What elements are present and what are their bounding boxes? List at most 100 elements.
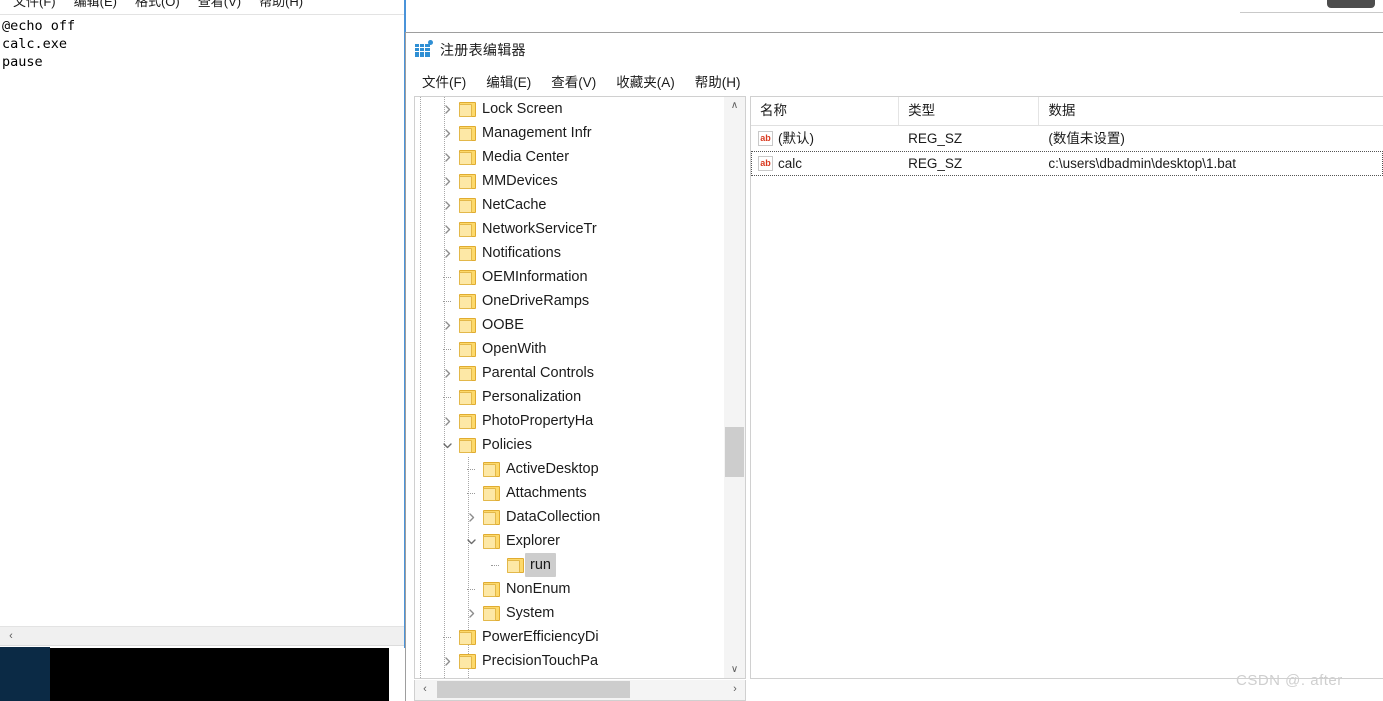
notepad-menu-view[interactable]: 查看(V) (189, 0, 250, 14)
folder-icon (459, 246, 476, 261)
chevron-right-icon[interactable] (439, 97, 455, 121)
value-name-label: calc (778, 156, 803, 171)
tree-item-label: Parental Controls (482, 365, 595, 381)
registry-editor-titlebar[interactable]: 注册表编辑器 (406, 33, 1383, 66)
tree-item-activedesktop[interactable]: ActiveDesktop (415, 457, 724, 481)
registry-editor-window[interactable]: 注册表编辑器 文件(F) 编辑(E) 查看(V) 收藏夹(A) 帮助(H) Lo… (405, 32, 1383, 701)
tree-hscroll-thumb[interactable] (437, 681, 630, 698)
chevron-right-icon[interactable] (439, 409, 455, 433)
notepad-menu-help[interactable]: 帮助(H) (250, 0, 312, 14)
value-name-cell[interactable]: ab (默认) (751, 126, 899, 151)
column-header-name[interactable]: 名称 (751, 97, 900, 125)
chevron-right-icon[interactable] (439, 361, 455, 385)
value-row[interactable]: ab (默认) REG_SZ (数值未设置) (751, 126, 1383, 151)
chevron-right-icon[interactable] (439, 649, 455, 673)
chevron-right-icon[interactable] (439, 169, 455, 193)
tree-leaf-connector (467, 493, 475, 495)
chevron-right-icon[interactable] (439, 145, 455, 169)
tree-item-networkservicetr[interactable]: NetworkServiceTr (415, 217, 724, 241)
scroll-left-icon[interactable]: ‹ (3, 628, 19, 644)
chevron-right-icon[interactable] (463, 505, 479, 529)
tree-item-explorer[interactable]: Explorer (415, 529, 724, 553)
tree-rows[interactable]: Lock Screen Management Infr Media Center MM… (415, 97, 724, 678)
menu-view[interactable]: 查看(V) (541, 67, 606, 95)
tree-horizontal-scrollbar[interactable]: ‹ › (414, 680, 746, 701)
tree-item-notifications[interactable]: Notifications (415, 241, 724, 265)
scroll-down-icon[interactable]: ∨ (724, 661, 745, 678)
tree-item-netcache[interactable]: NetCache (415, 193, 724, 217)
folder-icon (459, 390, 476, 405)
scroll-left-icon[interactable]: ‹ (415, 680, 435, 699)
chevron-right-icon[interactable] (439, 217, 455, 241)
notepad-menubar[interactable]: 文件(F) 编辑(E) 格式(O) 查看(V) 帮助(H) (0, 0, 406, 14)
tree-item-precisiontouchpa[interactable]: PrecisionTouchPa (415, 649, 724, 673)
value-name-label: (默认) (778, 131, 814, 146)
menu-favorites[interactable]: 收藏夹(A) (606, 67, 685, 95)
tree-item-lock-screen[interactable]: Lock Screen (415, 97, 724, 121)
tree-item-mmdevices[interactable]: MMDevices (415, 169, 724, 193)
tree-item-media-center[interactable]: Media Center (415, 145, 724, 169)
window-control-overlay[interactable] (1327, 0, 1375, 8)
tree-item-datacollection[interactable]: DataCollection (415, 505, 724, 529)
tree-item-label: PrecisionTouchPa (482, 653, 599, 669)
tree-item-run[interactable]: run (415, 553, 724, 577)
menu-file[interactable]: 文件(F) (412, 67, 476, 95)
tree-item-policies[interactable]: Policies (415, 433, 724, 457)
folder-icon (459, 438, 476, 453)
value-list-rows[interactable]: ab (默认) REG_SZ (数值未设置) ab calc REG_SZ c:\users\… (751, 126, 1383, 176)
registry-value-list[interactable]: 名称 类型 数据 ab (默认) REG_SZ (数值未设置) ab calc REG_SZ c:… (750, 96, 1383, 679)
value-name-cell[interactable]: ab calc (751, 151, 899, 176)
chevron-down-icon[interactable] (463, 529, 479, 553)
tree-item-label: Notifications (482, 245, 561, 261)
chevron-right-icon[interactable] (439, 241, 455, 265)
tree-vscroll-thumb[interactable] (725, 427, 744, 477)
tree-item-nonenum[interactable]: NonEnum (415, 577, 724, 601)
tree-leaf-connector (443, 397, 451, 399)
notepad-text-area[interactable]: @echo off calc.exe pause (2, 17, 406, 71)
tree-item-powerefficiencydi[interactable]: PowerEfficiencyDi (415, 625, 724, 649)
tree-leaf-connector (467, 589, 475, 591)
tree-item-system[interactable]: System (415, 601, 724, 625)
notepad-horizontal-scrollbar[interactable]: ‹ (0, 626, 404, 646)
registry-key-tree[interactable]: Lock Screen Management Infr Media Center MM… (414, 96, 746, 679)
tree-item-label: PowerEfficiencyDi (482, 629, 599, 645)
notepad-menu-format[interactable]: 格式(O) (126, 0, 189, 14)
chevron-right-icon[interactable] (439, 193, 455, 217)
folder-icon (459, 222, 476, 237)
tree-item-label: Lock Screen (482, 101, 563, 117)
tree-scroll-area[interactable]: Lock Screen Management Infr Media Center MM… (415, 97, 724, 678)
tree-item-management-infr[interactable]: Management Infr (415, 121, 724, 145)
tree-item-parental-controls[interactable]: Parental Controls (415, 361, 724, 385)
menu-help[interactable]: 帮助(H) (685, 67, 751, 95)
folder-icon (507, 558, 524, 573)
notepad-menu-file[interactable]: 文件(F) (4, 0, 65, 14)
notepad-menu-edit[interactable]: 编辑(E) (65, 0, 126, 14)
tree-item-oobe[interactable]: OOBE (415, 313, 724, 337)
chevron-right-icon[interactable] (439, 121, 455, 145)
chevron-right-icon[interactable] (463, 601, 479, 625)
column-header-type[interactable]: 类型 (899, 97, 1040, 125)
value-list-header[interactable]: 名称 类型 数据 (751, 97, 1383, 126)
tree-vertical-scrollbar[interactable]: ∧ ∨ (723, 97, 745, 678)
chevron-down-icon[interactable] (439, 433, 455, 457)
scroll-up-icon[interactable]: ∧ (724, 97, 745, 114)
tree-item-personalization[interactable]: Personalization (415, 385, 724, 409)
menu-edit[interactable]: 编辑(E) (476, 67, 541, 95)
chevron-right-icon[interactable] (439, 313, 455, 337)
tree-item-previewhandl[interactable]: PreviewHandl (415, 673, 724, 678)
tree-item-oeminformation[interactable]: OEMInformation (415, 265, 724, 289)
column-header-data[interactable]: 数据 (1039, 97, 1383, 125)
tree-item-attachments[interactable]: Attachments (415, 481, 724, 505)
tree-item-photopropertyha[interactable]: PhotoPropertyHa (415, 409, 724, 433)
command-prompt-window[interactable] (0, 647, 389, 701)
notepad-window[interactable]: 文件(F) 编辑(E) 格式(O) 查看(V) 帮助(H) @echo off … (0, 0, 406, 668)
tree-item-onedriveramps[interactable]: OneDriveRamps (415, 289, 724, 313)
folder-icon (483, 486, 500, 501)
tree-leaf-connector (467, 469, 475, 471)
tree-item-openwith[interactable]: OpenWith (415, 337, 724, 361)
registry-editor-menubar[interactable]: 文件(F) 编辑(E) 查看(V) 收藏夹(A) 帮助(H) (406, 66, 1383, 95)
tree-vscroll-track[interactable] (724, 114, 745, 661)
scroll-right-icon[interactable]: › (725, 680, 745, 699)
tree-item-label: Personalization (482, 389, 582, 405)
value-row[interactable]: ab calc REG_SZ c:\users\dbadmin\desktop\1.b… (751, 151, 1383, 176)
